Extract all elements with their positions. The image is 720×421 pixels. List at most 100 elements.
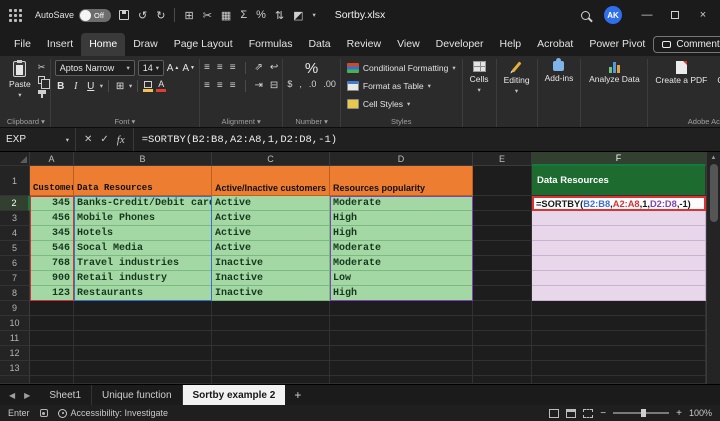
row-header-1[interactable]: 1: [0, 166, 30, 196]
tab-home[interactable]: Home: [81, 33, 125, 56]
underline-button[interactable]: U: [85, 79, 97, 93]
sheet-tab-sortby-example-2[interactable]: Sortby example 2: [183, 385, 286, 405]
save-icon[interactable]: [119, 10, 129, 20]
cell-D1[interactable]: Resources popularity: [330, 166, 473, 196]
comma-style-icon[interactable]: ,: [299, 79, 302, 89]
row-header-9[interactable]: 9: [0, 301, 30, 316]
tab-draw[interactable]: Draw: [125, 33, 166, 56]
table-qat-icon[interactable]: ▦: [221, 9, 231, 22]
cell-A5[interactable]: 546: [30, 241, 74, 256]
align-bottom-icon[interactable]: ≡: [230, 62, 236, 73]
cell-F3[interactable]: [532, 211, 706, 226]
redo-icon[interactable]: ↻: [156, 9, 165, 22]
cell-B10[interactable]: [74, 316, 212, 331]
page-break-view-icon[interactable]: [583, 409, 593, 418]
cell-B1[interactable]: Data Resources: [74, 166, 212, 196]
autosave-switch[interactable]: Off: [79, 9, 111, 22]
cell-C13[interactable]: [212, 361, 330, 376]
tab-power-pivot[interactable]: Power Pivot: [581, 33, 653, 56]
scroll-up-icon[interactable]: ▲: [711, 155, 717, 161]
cell-E11[interactable]: [473, 331, 532, 346]
zoom-in-button[interactable]: +: [676, 408, 682, 419]
app-launcher-icon[interactable]: [9, 9, 22, 22]
cell-E1[interactable]: [473, 166, 532, 196]
col-header-B[interactable]: B: [74, 152, 212, 166]
minimize-button[interactable]: —: [634, 0, 660, 30]
cut-icon[interactable]: ✂: [38, 62, 46, 73]
format-as-table-button[interactable]: Format as Table▾: [345, 78, 458, 93]
row-header-2[interactable]: 2: [0, 196, 30, 211]
name-box[interactable]: EXP▾: [0, 128, 76, 151]
cell-C2[interactable]: Active: [212, 196, 330, 211]
cell-E4[interactable]: [473, 226, 532, 241]
cell-B8[interactable]: Restaurants: [74, 286, 212, 301]
cell-B9[interactable]: [74, 301, 212, 316]
cell-A4[interactable]: 345: [30, 226, 74, 241]
row-header-12[interactable]: 12: [0, 346, 30, 361]
decrease-decimal-icon[interactable]: .00: [323, 79, 336, 89]
row-header-11[interactable]: 11: [0, 331, 30, 346]
cell-A13[interactable]: [30, 361, 74, 376]
cell-C5[interactable]: Active: [212, 241, 330, 256]
cell-F12[interactable]: [532, 346, 706, 361]
macro-record-icon[interactable]: [40, 409, 48, 417]
cell-B11[interactable]: [74, 331, 212, 346]
cell-B5[interactable]: Socal Media: [74, 241, 212, 256]
cell-F1[interactable]: Data Resources: [532, 166, 706, 196]
row-header-13[interactable]: 13: [0, 361, 30, 376]
tab-formulas[interactable]: Formulas: [241, 33, 301, 56]
wrap-text-icon[interactable]: ↩: [270, 62, 278, 73]
cell-C9[interactable]: [212, 301, 330, 316]
zoom-slider[interactable]: [613, 412, 669, 414]
cell-B3[interactable]: Mobile Phones: [74, 211, 212, 226]
sheet-tab-unique-function[interactable]: Unique function: [92, 385, 183, 405]
fill-qat-icon[interactable]: ◩: [293, 9, 303, 22]
cell-D6[interactable]: Moderate: [330, 256, 473, 271]
cell-D3[interactable]: High: [330, 211, 473, 226]
cell-F4[interactable]: [532, 226, 706, 241]
comments-button[interactable]: Comments: [653, 36, 720, 53]
cell-A3[interactable]: 456: [30, 211, 74, 226]
cell-E8[interactable]: [473, 286, 532, 301]
font-name-select[interactable]: Aptos Narrow▾: [55, 60, 135, 76]
cell-F7[interactable]: [532, 271, 706, 286]
merge-center-icon[interactable]: ⊟: [270, 80, 278, 91]
cell-C10[interactable]: [212, 316, 330, 331]
cell-C12[interactable]: [212, 346, 330, 361]
format-painter-icon[interactable]: [38, 90, 46, 94]
enter-icon[interactable]: ✓: [100, 134, 108, 145]
col-header-D[interactable]: D: [330, 152, 473, 166]
cell-B7[interactable]: Retail industry: [74, 271, 212, 286]
select-all-corner[interactable]: [0, 152, 30, 166]
addins-button[interactable]: Add-ins: [542, 60, 577, 84]
cell-D11[interactable]: [330, 331, 473, 346]
formula-input[interactable]: =SORTBY(B2:B8,A2:A8,1,D2:D8,-1): [134, 128, 720, 151]
qat-customize-icon[interactable]: ▾: [313, 11, 316, 19]
cell-D5[interactable]: Moderate: [330, 241, 473, 256]
cell-E3[interactable]: [473, 211, 532, 226]
cell-D9[interactable]: [330, 301, 473, 316]
cell-A9[interactable]: [30, 301, 74, 316]
cell-E13[interactable]: [473, 361, 532, 376]
bold-button[interactable]: B: [55, 79, 67, 93]
cell-D12[interactable]: [330, 346, 473, 361]
tab-view[interactable]: View: [389, 33, 428, 56]
cell-F11[interactable]: [532, 331, 706, 346]
cell-F9[interactable]: [532, 301, 706, 316]
zoom-out-button[interactable]: −: [600, 408, 606, 419]
copy-icon[interactable]: [38, 76, 45, 84]
row-header-10[interactable]: 10: [0, 316, 30, 331]
accessibility-checker[interactable]: Accessibility: Investigate: [58, 408, 169, 418]
percent-style-icon[interactable]: %: [305, 60, 318, 77]
conditional-formatting-button[interactable]: Conditional Formatting▾: [345, 60, 458, 75]
autosave-toggle[interactable]: AutoSave Off: [35, 9, 111, 22]
analyze-data-button[interactable]: Analyze Data: [585, 60, 643, 86]
cell-E2[interactable]: [473, 196, 532, 211]
currency-icon[interactable]: $: [287, 79, 292, 89]
italic-button[interactable]: I: [70, 79, 82, 93]
normal-view-icon[interactable]: [549, 409, 559, 418]
row-header-5[interactable]: 5: [0, 241, 30, 256]
cell-A2[interactable]: 345: [30, 196, 74, 211]
cell-D10[interactable]: [330, 316, 473, 331]
cell-C6[interactable]: Inactive: [212, 256, 330, 271]
